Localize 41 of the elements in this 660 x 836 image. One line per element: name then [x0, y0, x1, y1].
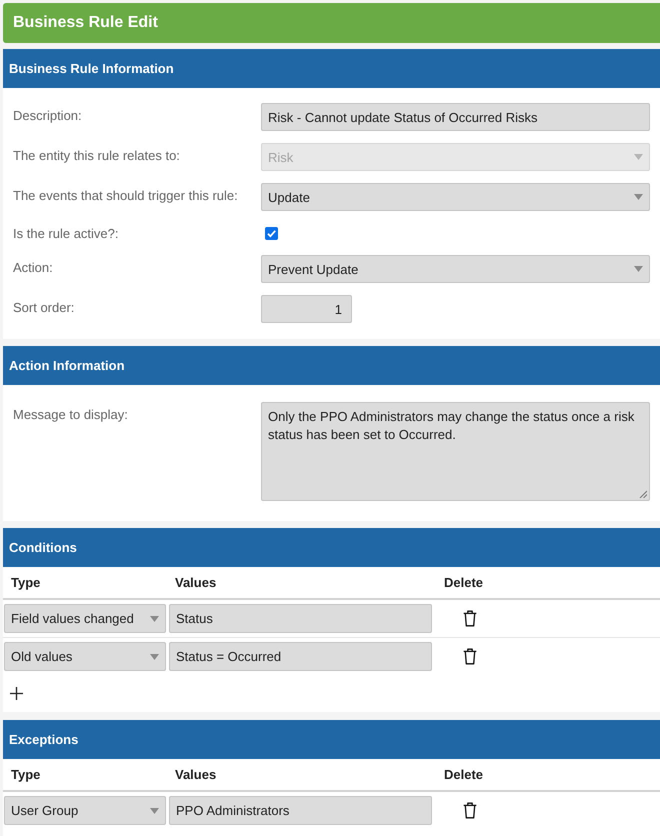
column-header: Delete — [444, 767, 484, 782]
caret-icon — [634, 266, 643, 272]
select-field[interactable]: Prevent Update — [261, 255, 650, 283]
section-header: Business Rule Information — [3, 49, 660, 88]
section-header: Action Information — [3, 346, 660, 385]
section-header: Conditions — [3, 528, 660, 567]
column-header: Values — [175, 767, 216, 782]
column-header: Type — [11, 575, 40, 590]
text-field[interactable]: Status — [169, 604, 432, 633]
text-field[interactable]: Status = Occurred — [169, 642, 432, 671]
caret-icon — [150, 616, 159, 622]
column-header: Delete — [444, 575, 484, 590]
title-bar: Business Rule Edit — [3, 3, 660, 43]
caret-icon — [150, 808, 159, 814]
section-header: Exceptions — [3, 720, 660, 759]
text-field[interactable]: PPO Administrators — [169, 796, 432, 825]
field-label: The entity this rule relates to: — [13, 147, 180, 164]
caret-icon — [150, 654, 159, 660]
text-field[interactable]: Risk - Cannot update Status of Occurred Risks — [261, 103, 650, 131]
field-label: The events that should trigger this rule: — [13, 187, 238, 204]
column-header: Values — [175, 575, 216, 590]
select-field[interactable]: User Group — [4, 796, 166, 825]
select-field[interactable]: Update — [261, 183, 650, 211]
field-label: Message to display: — [13, 406, 128, 423]
select-field[interactable]: Old values — [4, 642, 166, 671]
select-field[interactable]: Field values changed — [4, 604, 166, 633]
resize-grip-icon[interactable] — [639, 490, 647, 498]
plus-icon[interactable] — [10, 687, 23, 700]
number-field[interactable]: 1 — [261, 295, 352, 323]
trash-icon[interactable] — [463, 610, 477, 627]
trash-icon[interactable] — [463, 802, 477, 819]
checkbox[interactable] — [265, 227, 278, 240]
trash-icon[interactable] — [463, 648, 477, 665]
column-header: Type — [11, 767, 40, 782]
caret-icon — [634, 194, 643, 200]
field-label: Description: — [13, 107, 82, 124]
message-field[interactable]: Only the PPO Administrators may change the status once a risk status has been set to Occurred. — [261, 402, 650, 501]
field-label: Is the rule active?: — [13, 225, 118, 242]
field-label: Sort order: — [13, 299, 74, 316]
caret-icon — [634, 154, 643, 160]
field-label: Action: — [13, 259, 53, 276]
